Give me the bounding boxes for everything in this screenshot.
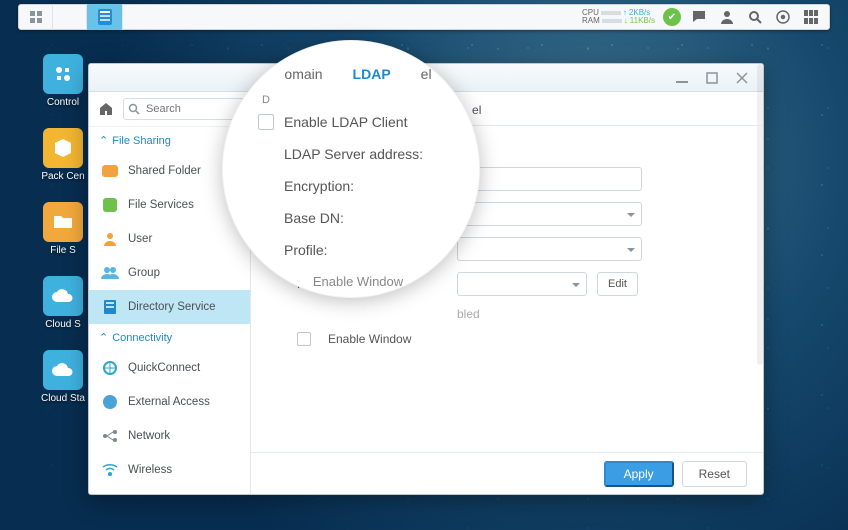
pilot-icon[interactable] xyxy=(773,7,793,27)
group-icon xyxy=(101,264,119,282)
mag-enable-checkbox xyxy=(258,114,274,130)
apply-button[interactable]: Apply xyxy=(604,461,674,487)
profile-select[interactable] xyxy=(457,272,587,296)
chevron-up-icon: ⌃ xyxy=(99,134,108,147)
search-wrap xyxy=(123,98,244,120)
ram-label: RAM xyxy=(582,17,600,25)
sidebar-item-wireless[interactable]: Wireless xyxy=(89,453,250,487)
chat-icon[interactable] xyxy=(689,7,709,27)
directory-icon xyxy=(101,298,119,316)
sidebar-item-network[interactable]: Network xyxy=(89,419,250,453)
user-icon xyxy=(101,230,119,248)
system-tray: CPU↑2KB/s RAM↓11KB/s ✔ xyxy=(574,7,829,27)
edit-button[interactable]: Edit xyxy=(597,272,638,296)
taskbar-app-controlpanel[interactable] xyxy=(87,4,123,30)
net-down: 11KB/s xyxy=(630,17,655,25)
search-icon xyxy=(128,102,140,120)
mag-tab-ldap: LDAP xyxy=(341,62,403,86)
section-connectivity[interactable]: ⌃Connectivity xyxy=(89,324,250,351)
chevron-up-icon: ⌃ xyxy=(99,331,108,344)
wifi-icon xyxy=(101,461,119,479)
widgets-icon[interactable] xyxy=(801,7,821,27)
basedn-select[interactable] xyxy=(457,237,642,261)
disabled-hint: bled xyxy=(457,307,480,321)
search-icon[interactable] xyxy=(745,7,765,27)
maximize-icon[interactable] xyxy=(697,68,727,88)
sidebar-item-user[interactable]: User xyxy=(89,222,250,256)
user-icon[interactable] xyxy=(717,7,737,27)
minimize-icon[interactable] xyxy=(667,68,697,88)
sidebar-item-directory-service[interactable]: Directory Service xyxy=(89,290,250,324)
resource-monitor[interactable]: CPU↑2KB/s RAM↓11KB/s xyxy=(582,9,655,25)
search-input[interactable] xyxy=(123,98,244,120)
quickconnect-icon xyxy=(101,359,119,377)
reset-button[interactable]: Reset xyxy=(682,461,747,487)
close-icon[interactable] xyxy=(727,68,757,88)
footer-bar: Apply Reset xyxy=(251,452,763,494)
home-button[interactable] xyxy=(95,98,117,120)
encryption-select[interactable] xyxy=(457,202,642,226)
health-status-icon[interactable]: ✔ xyxy=(663,8,681,26)
globe-icon xyxy=(101,393,119,411)
sidebar-item-external-access[interactable]: External Access xyxy=(89,385,250,419)
magnifier-overlay: omain LDAP el D Enable LDAP Client LDAP … xyxy=(222,40,480,298)
show-desktop-button[interactable] xyxy=(19,4,53,30)
taskbar-divider xyxy=(53,4,87,30)
sidebar-item-quickconnect[interactable]: QuickConnect xyxy=(89,351,250,385)
mag-tab-domain: omain xyxy=(272,62,334,86)
services-icon xyxy=(101,196,119,214)
network-icon xyxy=(101,427,119,445)
sidebar-item-group[interactable]: Group xyxy=(89,256,250,290)
taskbar: CPU↑2KB/s RAM↓11KB/s ✔ xyxy=(18,4,830,30)
enable-win-label: Enable Window xyxy=(328,332,411,346)
folder-icon xyxy=(101,162,119,180)
enable-win-checkbox[interactable] xyxy=(297,332,311,346)
server-input[interactable] xyxy=(457,167,642,191)
